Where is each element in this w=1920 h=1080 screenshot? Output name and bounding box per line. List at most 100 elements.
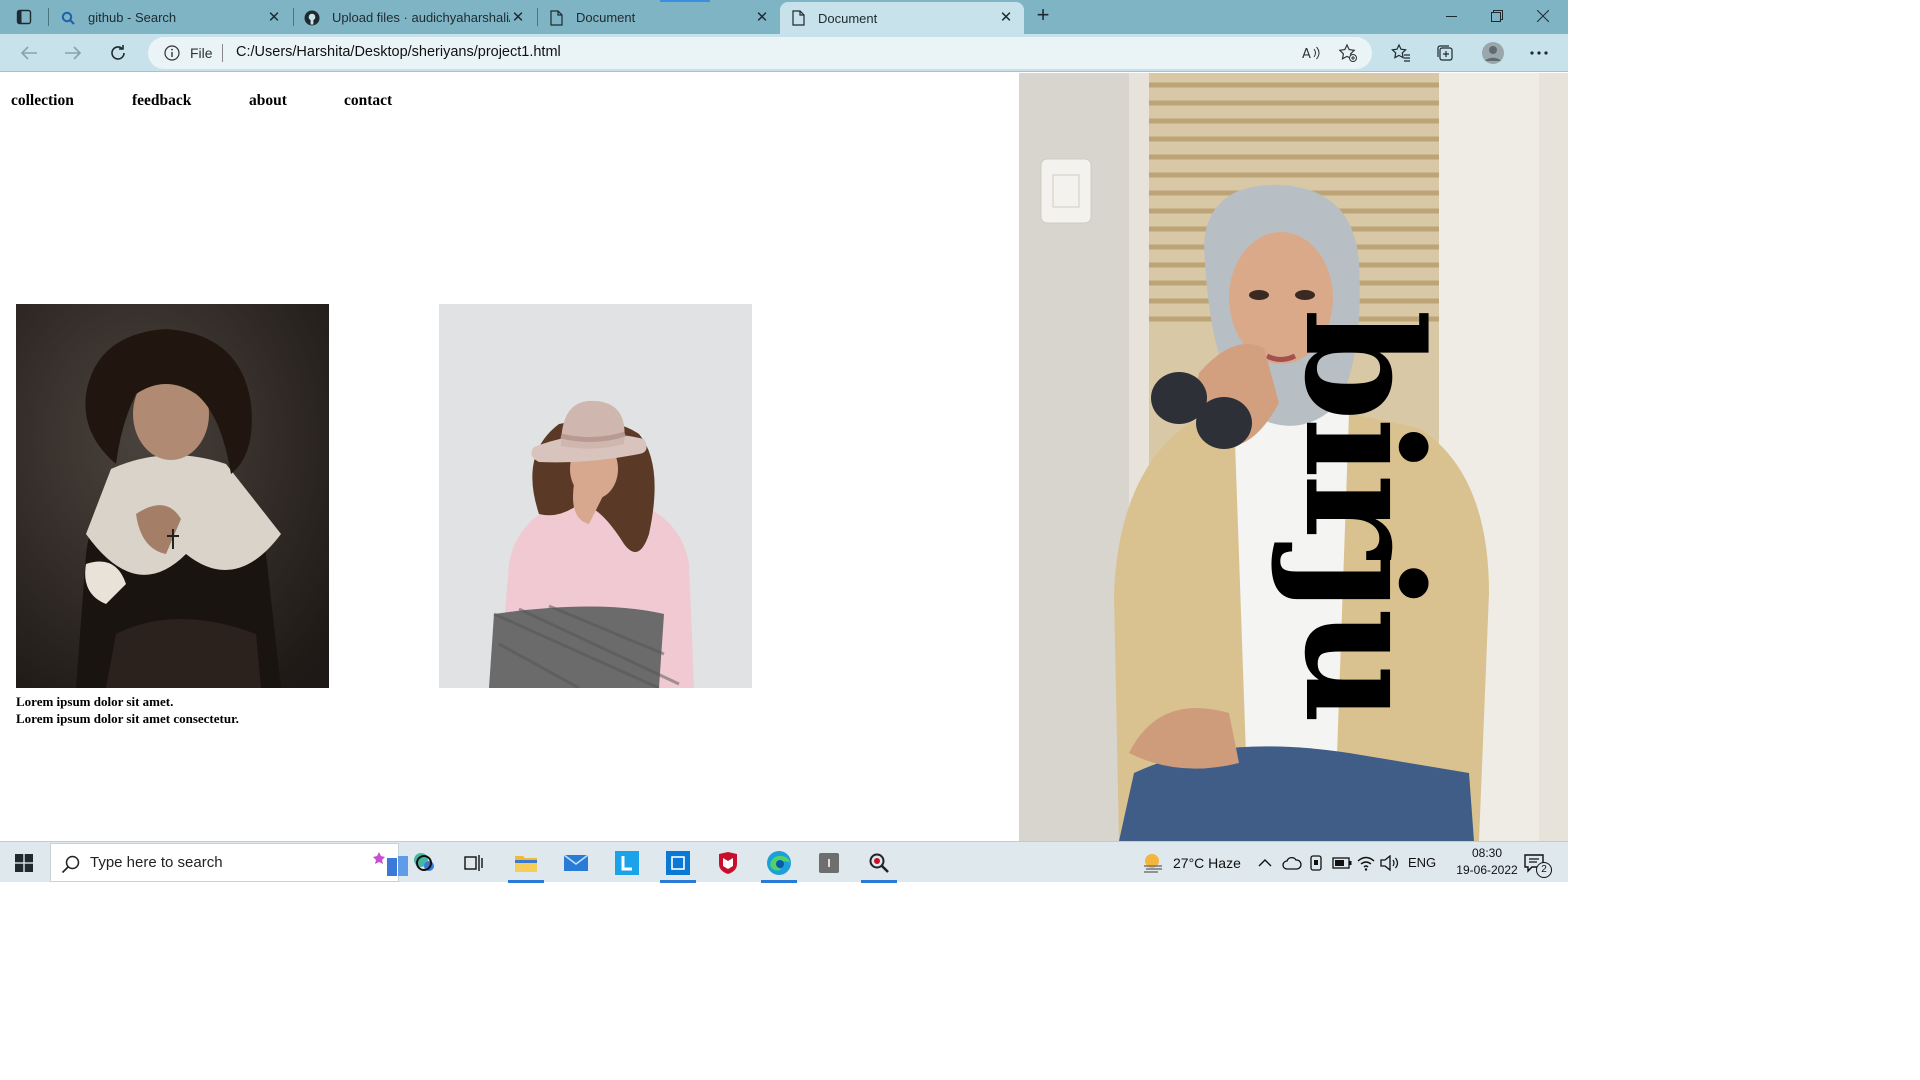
edge-icon <box>767 850 791 875</box>
photo-caption: Lorem ipsum dolor sit amet. Lorem ipsum … <box>16 694 239 727</box>
collection-photo-1 <box>16 304 329 688</box>
device-tray[interactable] <box>1308 842 1324 883</box>
brand-title: birju <box>1269 309 1457 721</box>
search-icon <box>61 854 81 874</box>
collections-icon[interactable] <box>1432 40 1458 66</box>
tab-github-search[interactable]: github - Search ✕ <box>50 2 292 33</box>
forward-arrow-icon <box>65 46 82 60</box>
more-options-button[interactable] <box>1526 40 1552 66</box>
folder-icon <box>515 855 537 872</box>
speaker-icon <box>1380 854 1399 871</box>
volume-tray[interactable] <box>1380 842 1400 883</box>
notification-count-badge: 2 <box>1536 862 1552 878</box>
app-l-button[interactable] <box>605 842 649 883</box>
search-placeholder: Type here to search <box>90 854 223 871</box>
onedrive-tray[interactable] <box>1282 842 1302 883</box>
new-tab-button[interactable]: + <box>1031 4 1055 28</box>
close-icon[interactable]: ✕ <box>266 9 282 26</box>
tab-loading-indicator <box>660 0 710 2</box>
restore-icon <box>1491 10 1503 22</box>
tab-title: Document <box>576 10 636 25</box>
tab-document-active[interactable]: Document ✕ <box>780 2 1024 34</box>
close-icon[interactable]: ✕ <box>754 9 770 26</box>
refresh-button[interactable] <box>103 39 133 67</box>
web-page: collection feedback about contact Lorem … <box>0 73 1568 841</box>
tab-actions-icon <box>16 9 32 25</box>
tab-title: Upload files · audichyaharshali/r <box>332 10 510 25</box>
clock[interactable]: 08:30 19-06-2022 <box>1452 845 1522 879</box>
mcafee-button[interactable] <box>706 842 750 883</box>
cortana-button[interactable] <box>402 842 446 883</box>
windows-logo-icon <box>15 853 33 872</box>
wifi-icon <box>1357 856 1375 871</box>
nav-contact-link[interactable]: contact <box>344 92 392 110</box>
github-icon <box>304 10 320 26</box>
tab-actions-button[interactable] <box>10 5 38 29</box>
tab-document-1[interactable]: Document ✕ <box>538 2 780 33</box>
taskbar-search-box[interactable]: Type here to search <box>50 843 434 882</box>
start-button[interactable] <box>0 842 48 883</box>
magnifier-icon <box>869 853 889 873</box>
show-hidden-icons-button[interactable] <box>1258 842 1272 883</box>
weather-widget[interactable]: 27°C Haze <box>1141 842 1241 883</box>
read-aloud-icon[interactable]: A <box>1301 43 1321 63</box>
caption-line-1: Lorem ipsum dolor sit amet. <box>16 694 174 709</box>
haze-weather-icon <box>1144 853 1162 873</box>
battery-tray[interactable] <box>1332 842 1352 883</box>
browser-toolbar: File C:/Users/Harshita/Desktop/sheriyans… <box>0 34 1568 72</box>
task-view-button[interactable] <box>452 842 496 883</box>
windows-taskbar: Type here to search 27°C Haze ENG 08:30 … <box>0 841 1568 883</box>
battery-icon <box>1332 856 1352 869</box>
favorites-icon[interactable] <box>1388 40 1414 66</box>
close-icon <box>1537 10 1549 22</box>
active-app-indicator <box>861 880 897 883</box>
address-bar[interactable]: File C:/Users/Harshita/Desktop/sheriyans… <box>148 37 1372 69</box>
edge-button[interactable] <box>757 842 801 883</box>
language-text: ENG <box>1408 855 1437 870</box>
file-explorer-button[interactable] <box>504 842 548 883</box>
weather-text: 27°C Haze <box>1173 854 1241 871</box>
profile-avatar[interactable] <box>1480 40 1506 66</box>
tab-title: Document <box>818 10 878 26</box>
active-app-indicator <box>660 880 696 883</box>
shield-icon <box>719 851 737 874</box>
restore-button[interactable] <box>1474 0 1520 32</box>
caption-line-2: Lorem ipsum dolor sit amet consectetur. <box>16 710 239 726</box>
l-app-icon <box>615 850 639 875</box>
forward-button[interactable] <box>58 39 88 67</box>
app-square-icon <box>666 850 690 875</box>
nav-collection-link[interactable]: collection <box>11 92 74 110</box>
close-window-button[interactable] <box>1520 0 1566 32</box>
close-icon[interactable]: ✕ <box>510 9 526 26</box>
nav-about-link[interactable]: about <box>249 92 287 110</box>
close-icon[interactable]: ✕ <box>998 10 1014 26</box>
notifications-button[interactable]: 2 <box>1524 842 1552 883</box>
app-blue-button[interactable] <box>656 842 700 883</box>
wifi-tray[interactable] <box>1357 842 1375 883</box>
tab-title: github - Search <box>88 10 177 25</box>
tab-upload-files[interactable]: Upload files · audichyaharshali/r ✕ <box>294 2 536 33</box>
nav-feedback-link[interactable]: feedback <box>132 92 191 110</box>
avatar-icon <box>1482 42 1504 64</box>
language-indicator[interactable]: ENG <box>1408 842 1436 883</box>
app-gray-button[interactable] <box>807 842 851 883</box>
chevron-up-icon <box>1258 858 1272 866</box>
cloud-icon <box>1282 856 1302 870</box>
search-icon <box>60 10 76 26</box>
divider <box>222 44 223 62</box>
add-favorite-icon[interactable] <box>1338 43 1358 63</box>
info-icon[interactable] <box>164 45 180 61</box>
app-gray-icon <box>819 852 839 873</box>
magnifier-button[interactable] <box>857 842 901 883</box>
clock-time: 08:30 <box>1471 846 1503 860</box>
back-arrow-icon <box>20 46 37 60</box>
document-icon <box>548 9 564 26</box>
active-app-indicator <box>508 880 544 883</box>
back-button[interactable] <box>14 39 44 67</box>
url-text[interactable]: C:/Users/Harshita/Desktop/sheriyans/proj… <box>236 44 561 60</box>
minimize-button[interactable] <box>1428 0 1474 32</box>
mail-button[interactable] <box>554 842 598 883</box>
more-icon <box>1530 51 1548 55</box>
tab-separator <box>48 8 49 26</box>
task-view-icon <box>464 854 483 871</box>
